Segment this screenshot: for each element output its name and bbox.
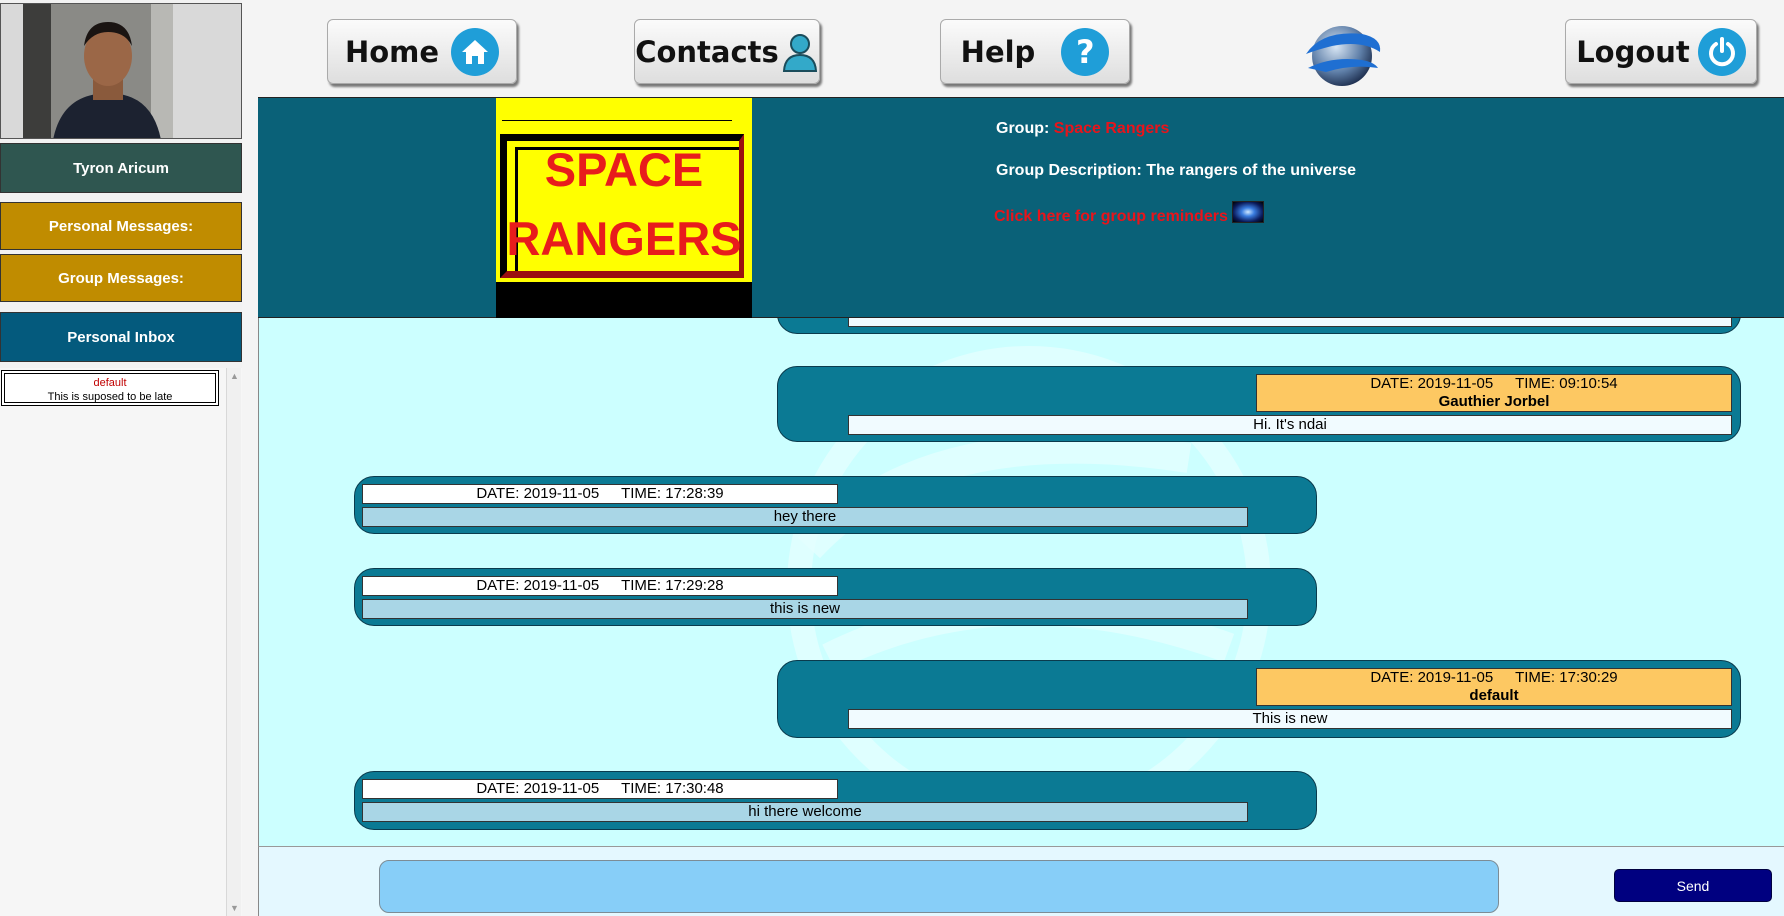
message-text: hey there xyxy=(362,507,1248,527)
contacts-button[interactable]: Contacts xyxy=(634,19,820,84)
globe-logo xyxy=(1302,24,1384,88)
message-date: 2019-11-05 xyxy=(523,577,600,594)
inbox-list: default This is suposed to be late ▲ ▼ xyxy=(0,368,242,916)
message-time-label: TIME: xyxy=(1515,375,1556,392)
message-card: DATE: 2019-11-05 TIME: 17:30:48 hi there… xyxy=(354,771,1317,830)
message-time: 17:28:39 xyxy=(665,485,724,502)
message-card-partial xyxy=(777,318,1741,334)
help-label: Help xyxy=(960,34,1036,69)
message-meta: DATE: 2019-11-05 TIME: 17:29:28 xyxy=(362,576,838,596)
avatar xyxy=(0,3,242,139)
user-name-label: Tyron Aricum xyxy=(73,159,169,177)
chat-area[interactable]: DATE: 2019-11-05 TIME: 09:10:54 Gauthier… xyxy=(258,318,1784,848)
home-icon xyxy=(451,27,500,76)
message-date-label: DATE: xyxy=(476,485,520,502)
message-time-label: TIME: xyxy=(621,485,662,502)
message-text: hi there welcome xyxy=(362,802,1248,822)
message-date: 2019-11-05 xyxy=(1417,669,1494,686)
send-button[interactable]: Send xyxy=(1614,869,1772,902)
message-date: 2019-11-05 xyxy=(523,485,600,502)
message-time: 17:30:48 xyxy=(665,780,724,797)
message-composer: Send xyxy=(258,846,1784,916)
message-date-label: DATE: xyxy=(1370,375,1414,392)
user-name-button[interactable]: Tyron Aricum xyxy=(0,143,242,193)
message-author: default xyxy=(1469,687,1519,704)
group-name-label: Group: xyxy=(996,120,1050,137)
inbox-item-sender: default xyxy=(93,377,127,389)
group-messages-label: Group Messages: xyxy=(58,269,184,287)
message-time: 17:30:29 xyxy=(1559,669,1618,686)
inbox-item[interactable]: default This is suposed to be late xyxy=(1,370,219,406)
group-name-value: Space Rangers xyxy=(1053,120,1170,137)
message-text-partial xyxy=(848,318,1732,327)
question-icon: ? xyxy=(1061,27,1110,76)
message-author: Gauthier Jorbel xyxy=(1438,393,1550,410)
group-description: Group Description: The rangers of the un… xyxy=(996,162,1356,180)
scroll-down-arrow-icon[interactable]: ▼ xyxy=(229,903,240,914)
group-name: Group: Space Rangers xyxy=(996,120,1169,138)
message-input[interactable] xyxy=(379,860,1499,913)
group-reminders-link[interactable]: Click here for group reminders xyxy=(994,201,1264,226)
contact-icon xyxy=(781,31,819,73)
message-time-label: TIME: xyxy=(1515,669,1556,686)
reminders-image-icon xyxy=(1231,201,1264,223)
group-header: SPACE RANGERS Group: Space Rangers Group… xyxy=(258,97,1784,318)
home-button[interactable]: Home xyxy=(327,19,517,84)
personal-inbox-button[interactable]: Personal Inbox xyxy=(0,312,242,362)
message-meta: DATE: 2019-11-05 TIME: 09:10:54 Gauthier… xyxy=(1256,374,1732,412)
group-logo-line2: RANGERS xyxy=(506,212,742,265)
group-reminders-label: Click here for group reminders xyxy=(994,208,1228,225)
logout-label: Logout xyxy=(1576,34,1690,69)
personal-messages-button[interactable]: Personal Messages: xyxy=(0,202,242,250)
message-meta: DATE: 2019-11-05 TIME: 17:28:39 xyxy=(362,484,838,504)
help-button[interactable]: Help ? xyxy=(940,19,1130,84)
inbox-item-preview: This is suposed to be late xyxy=(47,391,173,403)
message-text: this is new xyxy=(362,599,1248,619)
group-description-value: The rangers of the universe xyxy=(1146,162,1357,179)
power-icon xyxy=(1697,27,1746,76)
message-card: DATE: 2019-11-05 TIME: 17:30:29 default … xyxy=(777,660,1741,738)
group-description-label: Group Description: xyxy=(996,162,1142,179)
message-text: Hi. It's ndai xyxy=(848,415,1732,435)
message-time: 17:29:28 xyxy=(665,577,724,594)
message-meta: DATE: 2019-11-05 TIME: 17:30:48 xyxy=(362,779,838,799)
message-date-label: DATE: xyxy=(476,780,520,797)
message-date: 2019-11-05 xyxy=(1417,375,1494,392)
message-card: DATE: 2019-11-05 TIME: 09:10:54 Gauthier… xyxy=(777,366,1741,442)
message-text: This is new xyxy=(848,709,1732,729)
group-messages-button[interactable]: Group Messages: xyxy=(0,254,242,302)
inbox-scrollbar[interactable]: ▲ ▼ xyxy=(226,368,241,916)
logout-button[interactable]: Logout xyxy=(1565,19,1757,84)
message-meta: DATE: 2019-11-05 TIME: 17:30:29 default xyxy=(1256,668,1732,706)
message-time-label: TIME: xyxy=(621,780,662,797)
message-time: 09:10:54 xyxy=(1559,375,1618,392)
message-date-label: DATE: xyxy=(1370,669,1414,686)
message-card: DATE: 2019-11-05 TIME: 17:28:39 hey ther… xyxy=(354,476,1317,534)
personal-messages-label: Personal Messages: xyxy=(48,217,194,235)
home-label: Home xyxy=(344,34,440,69)
message-card: DATE: 2019-11-05 TIME: 17:29:28 this is … xyxy=(354,568,1317,626)
message-date: 2019-11-05 xyxy=(523,780,600,797)
message-time-label: TIME: xyxy=(621,577,662,594)
group-logo-line1: SPACE xyxy=(544,143,704,196)
scroll-up-arrow-icon[interactable]: ▲ xyxy=(229,371,240,382)
message-date-label: DATE: xyxy=(476,577,520,594)
personal-inbox-label: Personal Inbox xyxy=(67,328,175,346)
contacts-label: Contacts xyxy=(635,34,779,69)
group-logo: SPACE RANGERS xyxy=(496,98,752,318)
sidebar: Tyron Aricum Personal Messages: Group Me… xyxy=(0,0,242,916)
